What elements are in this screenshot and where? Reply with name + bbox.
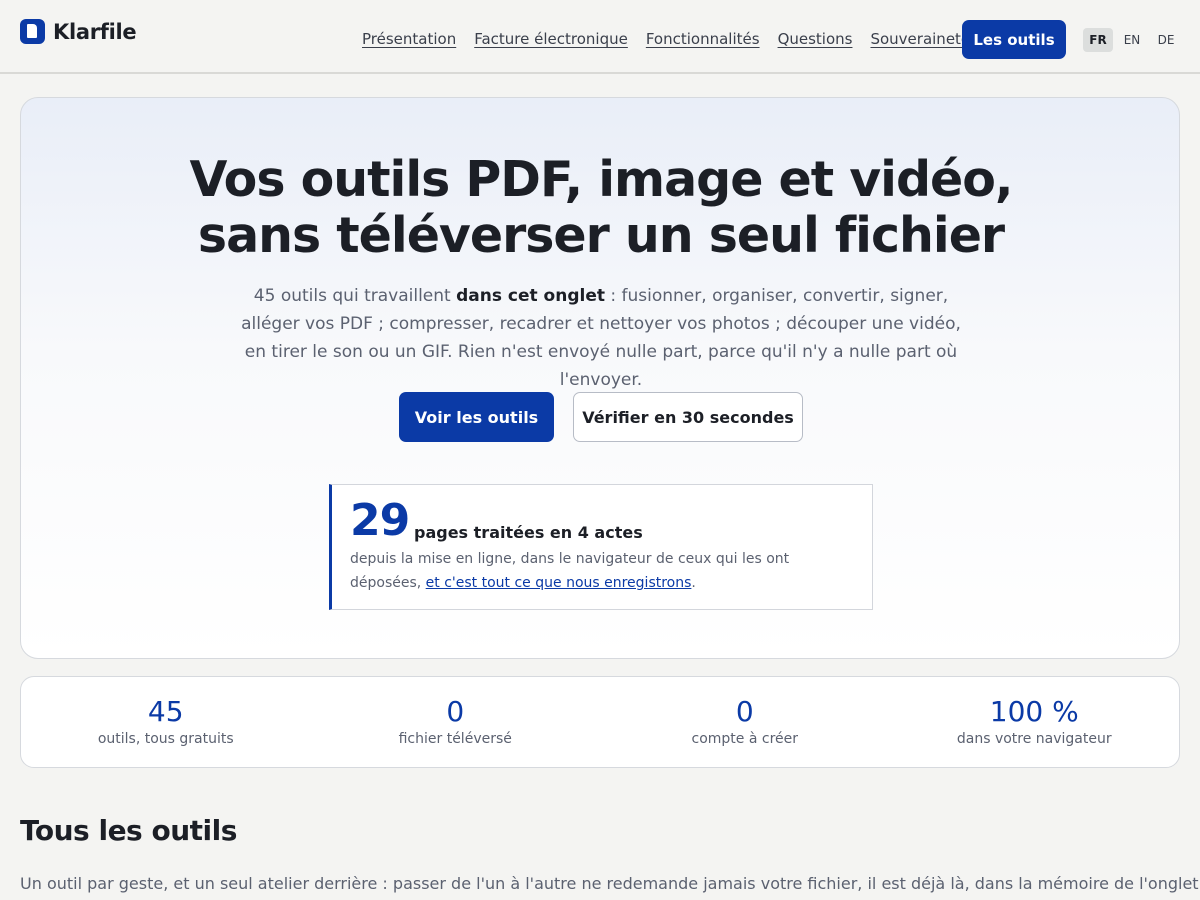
pages-counter-period: . <box>691 575 696 591</box>
hero-title: Vos outils PDF, image et vidéo, sans tél… <box>21 152 1181 264</box>
stat-value: 0 <box>446 695 465 728</box>
stat-item: 45 outils, tous gratuits <box>21 677 311 767</box>
site-header: Klarfile Présentation Facture électroniq… <box>0 0 1200 74</box>
brand-name: Klarfile <box>53 19 137 44</box>
stat-label: fichier téléversé <box>398 731 512 747</box>
section-title: Tous les outils <box>20 814 237 847</box>
verify-button[interactable]: Vérifier en 30 secondes <box>573 392 803 442</box>
stat-item: 0 compte à créer <box>600 677 890 767</box>
language-en[interactable]: EN <box>1117 28 1147 52</box>
stat-label: compte à créer <box>691 731 799 747</box>
brand-logo[interactable]: Klarfile <box>20 19 137 44</box>
nav-link-presentation[interactable]: Présentation <box>362 30 456 48</box>
stat-item: 100 % dans votre navigateur <box>890 677 1180 767</box>
nav-link-questions[interactable]: Questions <box>778 30 853 48</box>
section-subtitle: Un outil par geste, et un seul atelier d… <box>20 874 1200 893</box>
pages-counter-number: 29 <box>350 495 410 546</box>
main-nav: Présentation Facture électronique Foncti… <box>362 30 970 48</box>
hero-subtitle-start: 45 outils qui travaillent <box>253 286 457 306</box>
records-link[interactable]: et c'est tout ce que nous enregistrons <box>426 575 692 591</box>
pages-counter-label: pages traitées en 4 actes <box>414 523 643 542</box>
stat-label: dans votre navigateur <box>956 731 1112 747</box>
tools-button[interactable]: Les outils <box>962 20 1066 59</box>
stat-value: 100 % <box>989 695 1079 728</box>
hero-section: Vos outils PDF, image et vidéo, sans tél… <box>20 97 1180 659</box>
see-tools-button[interactable]: Voir les outils <box>399 392 554 442</box>
language-fr[interactable]: FR <box>1083 28 1113 52</box>
stat-label: outils, tous gratuits <box>97 731 234 747</box>
hero-subtitle-bold: dans cet onglet <box>456 286 605 306</box>
language-switcher: FR EN DE <box>1083 28 1181 52</box>
hero-title-line-1: Vos outils PDF, image et vidéo, <box>189 151 1013 208</box>
hero-subtitle: 45 outils qui travaillent dans cet ongle… <box>231 282 971 394</box>
pages-counter-card: 29 pages traitées en 4 actes depuis la m… <box>329 484 873 610</box>
pages-counter-text: depuis la mise en ligne, dans le navigat… <box>350 547 850 595</box>
nav-link-fonctionnalites[interactable]: Fonctionnalités <box>646 30 760 48</box>
stats-bar: 45 outils, tous gratuits 0 fichier télév… <box>20 676 1180 768</box>
document-icon <box>20 19 45 44</box>
language-de[interactable]: DE <box>1151 28 1181 52</box>
stat-item: 0 fichier téléversé <box>311 677 601 767</box>
nav-link-souverainete[interactable]: Souveraineté <box>870 30 970 48</box>
stat-value: 45 <box>147 695 184 728</box>
nav-link-facture-electronique[interactable]: Facture électronique <box>474 30 628 48</box>
stat-value: 0 <box>735 695 754 728</box>
hero-title-line-2: sans téléverser un seul fichier <box>197 207 1005 264</box>
